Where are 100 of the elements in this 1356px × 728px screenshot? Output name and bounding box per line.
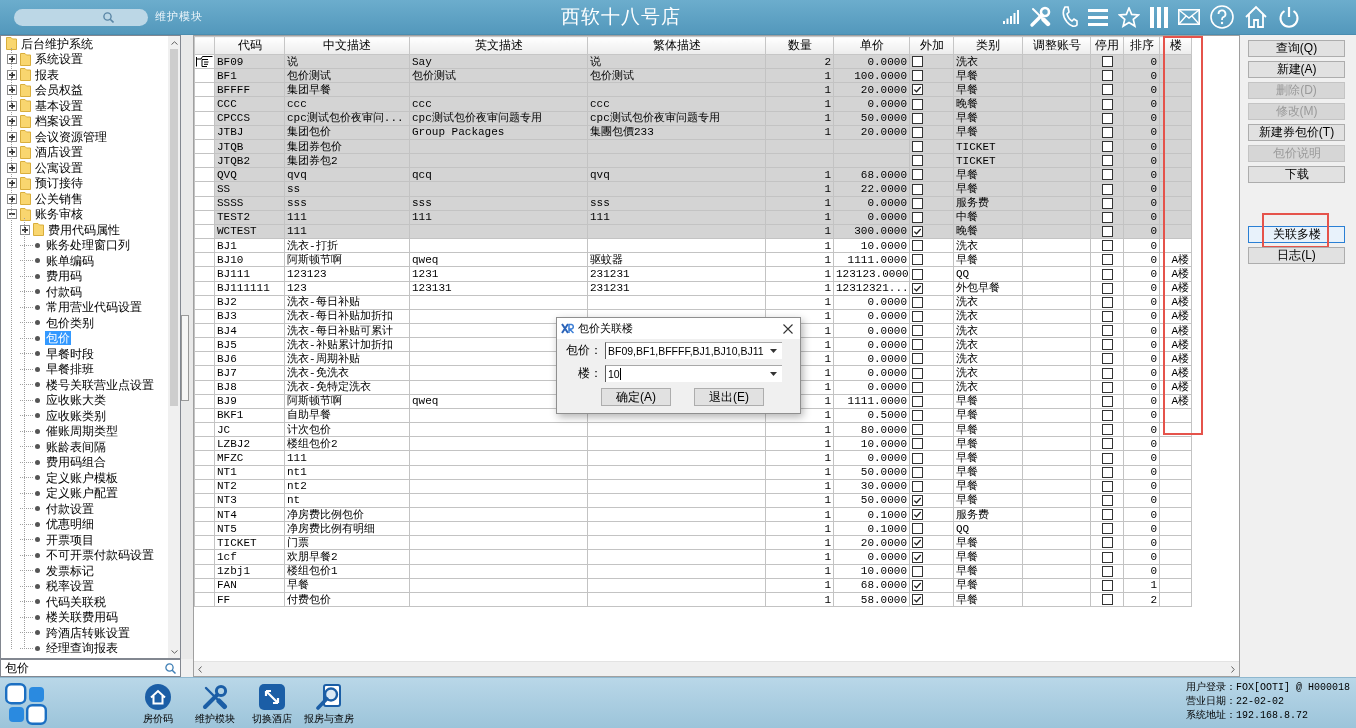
column-header[interactable]: 停用 — [1090, 36, 1124, 55]
checkbox[interactable] — [1101, 509, 1113, 521]
checkbox[interactable] — [1101, 325, 1113, 337]
checkbox[interactable] — [1101, 537, 1113, 549]
tree-item[interactable]: 公寓设置 — [34, 160, 84, 175]
taskbar-item[interactable]: 切换酒店 — [246, 684, 298, 727]
action-button[interactable]: 日志(L) — [1248, 247, 1345, 264]
checkbox[interactable] — [912, 211, 923, 223]
tree-item[interactable]: 催账周期类型 — [45, 424, 119, 439]
checkbox[interactable] — [1101, 551, 1113, 563]
checkbox[interactable] — [1101, 424, 1113, 436]
taskbar-item[interactable]: 房价码 — [132, 684, 184, 727]
checkbox[interactable] — [912, 523, 923, 535]
close-icon[interactable] — [783, 323, 793, 334]
checkbox[interactable] — [912, 70, 923, 82]
expand-icon[interactable] — [7, 69, 17, 80]
checkbox[interactable] — [912, 565, 923, 577]
checkbox[interactable] — [912, 438, 923, 450]
menu-icon[interactable] — [1088, 8, 1108, 26]
tree-item[interactable]: 费用代码属性 — [47, 222, 121, 237]
checkbox[interactable] — [912, 56, 923, 68]
house-icon[interactable] — [1244, 5, 1268, 29]
checkbox[interactable] — [912, 254, 923, 266]
checkbox[interactable] — [912, 311, 923, 322]
tree-item[interactable]: 定义账户配置 — [45, 486, 119, 501]
checkbox[interactable] — [1101, 254, 1113, 266]
column-header[interactable]: 类别 — [953, 36, 1023, 55]
checkbox[interactable] — [1101, 183, 1113, 195]
signal-icon[interactable] — [1003, 10, 1019, 24]
tree-item[interactable]: 楼号关联营业点设置 — [45, 377, 155, 392]
tree-item[interactable]: 包价类别 — [45, 315, 95, 330]
tree-item[interactable]: 经理查询报表 — [45, 641, 119, 656]
checkbox[interactable] — [1101, 339, 1113, 351]
scroll-right-icon[interactable] — [1231, 665, 1235, 673]
checkbox[interactable] — [1101, 126, 1113, 138]
checkbox[interactable] — [912, 339, 923, 351]
checkbox[interactable] — [912, 537, 923, 549]
checkbox[interactable] — [912, 226, 923, 238]
checkbox[interactable] — [1101, 367, 1113, 379]
checkbox[interactable] — [912, 183, 923, 195]
checkbox[interactable] — [1101, 565, 1113, 577]
action-button[interactable]: 新建(A) — [1248, 61, 1345, 78]
checkbox[interactable] — [912, 141, 923, 153]
action-button[interactable]: 查询(Q) — [1248, 40, 1345, 57]
checkbox[interactable] — [912, 395, 923, 407]
column-header[interactable]: 调整账号 — [1022, 36, 1091, 55]
checkbox[interactable] — [1101, 466, 1113, 478]
checkbox[interactable] — [1101, 311, 1113, 322]
tree-item[interactable]: 应收账大类 — [45, 393, 107, 408]
help-icon[interactable] — [1210, 5, 1234, 29]
checkbox[interactable] — [1101, 523, 1113, 535]
checkbox[interactable] — [912, 282, 923, 294]
checkbox[interactable] — [912, 268, 923, 280]
tree-item[interactable]: 优惠明细 — [45, 517, 95, 532]
tree-item[interactable]: 账单编码 — [45, 253, 95, 268]
dialog-button[interactable]: 确定(A) — [601, 388, 671, 406]
checkbox[interactable] — [912, 594, 923, 606]
expand-icon[interactable] — [7, 54, 17, 65]
tree-item[interactable]: 会员权益 — [34, 83, 84, 98]
checkbox[interactable] — [912, 466, 923, 478]
checkbox[interactable] — [1101, 579, 1113, 591]
checkbox[interactable] — [1101, 98, 1113, 110]
checkbox[interactable] — [912, 495, 923, 506]
tree-item[interactable]: 账龄表间隔 — [45, 439, 107, 454]
expand-icon[interactable] — [20, 224, 30, 235]
checkbox[interactable] — [1101, 282, 1113, 294]
tree-item[interactable]: 常用营业代码设置 — [45, 300, 143, 315]
vertical-scrollbar[interactable] — [168, 36, 180, 658]
bars-icon[interactable] — [1150, 6, 1168, 28]
checkbox[interactable] — [1101, 438, 1113, 450]
tree-item[interactable]: 付款码 — [45, 284, 83, 299]
checkbox[interactable] — [912, 480, 923, 492]
expand-icon[interactable] — [7, 178, 17, 189]
tools-icon[interactable] — [1029, 6, 1051, 28]
checkbox[interactable] — [912, 367, 923, 379]
checkbox[interactable] — [912, 240, 923, 252]
search-field[interactable] — [14, 8, 148, 26]
checkbox[interactable] — [912, 410, 923, 422]
tree-item[interactable]: 报表 — [34, 67, 60, 82]
combo-field[interactable]: 10 — [605, 365, 782, 382]
tree-item[interactable]: 税率设置 — [45, 579, 95, 594]
checkbox[interactable] — [912, 452, 923, 464]
tree-item[interactable]: 早餐时段 — [45, 346, 95, 361]
tree-item[interactable]: 定义账户模板 — [45, 470, 119, 485]
checkbox[interactable] — [912, 169, 923, 181]
power-icon[interactable] — [1278, 6, 1300, 28]
tree-item[interactable]: 开票项目 — [45, 532, 95, 547]
action-button[interactable]: 下载 — [1248, 166, 1345, 183]
action-button[interactable]: 新建券包价(T) — [1248, 124, 1345, 141]
tree-item[interactable]: 楼关联费用码 — [45, 610, 119, 625]
column-header[interactable]: 繁体描述 — [587, 36, 766, 55]
tree-item[interactable]: 应收账类别 — [45, 408, 107, 423]
expand-icon[interactable] — [7, 193, 17, 204]
checkbox[interactable] — [1101, 70, 1113, 82]
tree-item[interactable]: 不可开票付款码设置 — [45, 548, 155, 563]
splitter-handle[interactable] — [181, 315, 189, 401]
search-icon[interactable] — [165, 662, 176, 674]
tree-item[interactable]: 酒店设置 — [34, 145, 84, 160]
expand-icon[interactable] — [7, 85, 17, 96]
search-icon[interactable] — [103, 11, 114, 23]
